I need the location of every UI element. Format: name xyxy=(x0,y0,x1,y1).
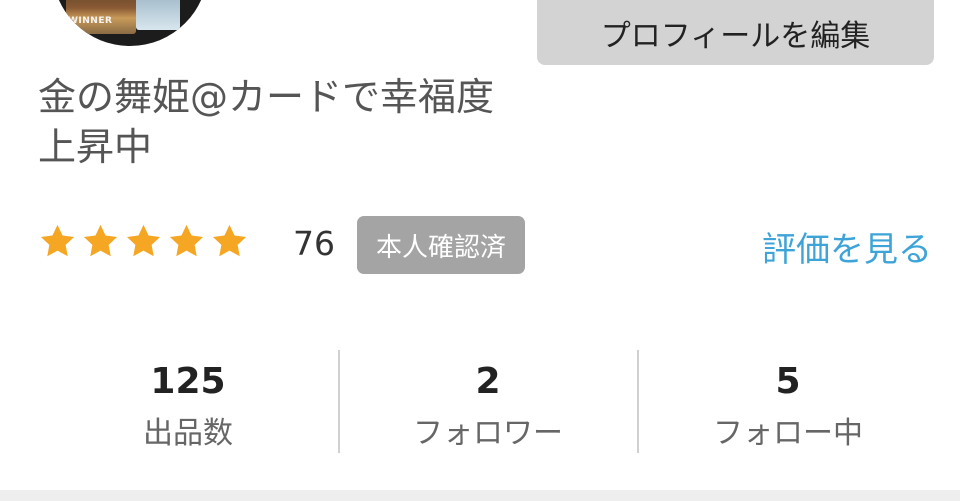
star-icon xyxy=(83,224,118,257)
stat-listings-label: 出品数 xyxy=(143,416,233,451)
profile-page: WINNER プロフィールを編集 金の舞姫@カードで幸福度上昇中 76 本人確認… xyxy=(0,0,960,501)
rating-count: 76 xyxy=(293,224,335,263)
star-icon xyxy=(126,224,161,257)
avatar-card-text: WINNER xyxy=(68,16,113,26)
stat-followers-label: フォロワー xyxy=(413,416,563,451)
stat-listings-value: 125 xyxy=(150,361,226,402)
star-icon xyxy=(40,224,75,257)
avatar-card-image-secondary xyxy=(136,0,180,30)
stats-divider xyxy=(338,350,340,453)
rating-stars xyxy=(38,222,249,261)
stat-following-value: 5 xyxy=(775,361,801,402)
avatar[interactable]: WINNER xyxy=(52,0,208,46)
section-separator xyxy=(0,490,960,501)
stat-followers[interactable]: 2 フォロワー xyxy=(338,350,638,454)
stat-following[interactable]: 5 フォロー中 xyxy=(638,350,938,454)
star-icon xyxy=(169,224,204,257)
stat-listings[interactable]: 125 出品数 xyxy=(38,350,338,454)
stat-following-label: フォロー中 xyxy=(713,416,863,451)
view-reviews-link[interactable]: 評価を見る xyxy=(762,222,932,271)
edit-profile-button[interactable]: プロフィールを編集 xyxy=(537,0,934,65)
profile-name: 金の舞姫@カードで幸福度上昇中 xyxy=(38,75,495,169)
stat-followers-value: 2 xyxy=(475,361,501,402)
star-icon xyxy=(212,224,247,257)
verified-badge: 本人確認済 xyxy=(357,216,525,274)
profile-stats: 125 出品数 2 フォロワー 5 フォロー中 xyxy=(38,350,938,454)
stats-divider xyxy=(637,350,639,453)
